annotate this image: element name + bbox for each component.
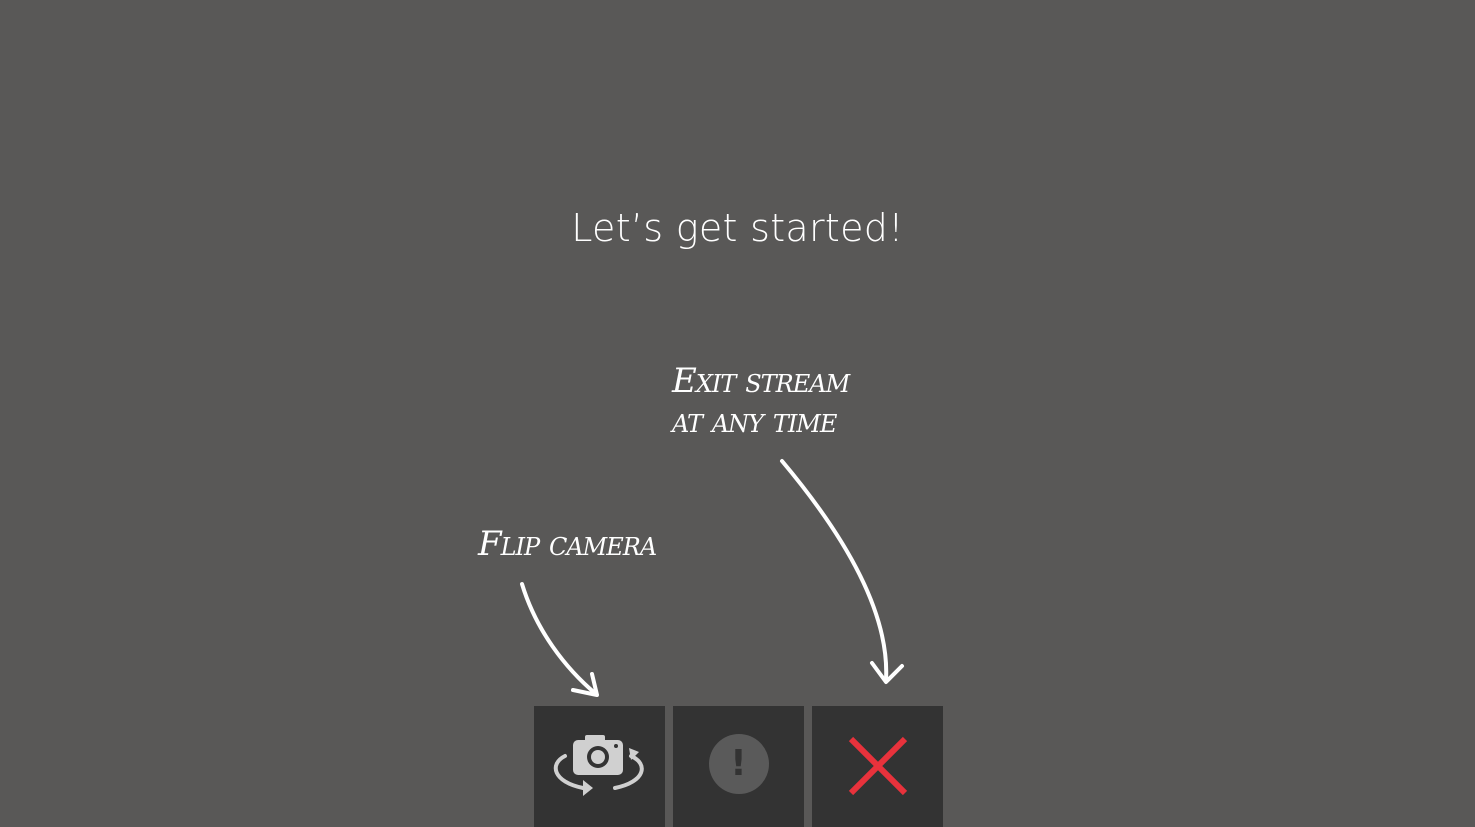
exclamation-icon: ! xyxy=(708,733,769,794)
exit-hint-arrowhead xyxy=(870,661,904,684)
flip-camera-icon xyxy=(553,734,644,796)
report-button[interactable]: ! xyxy=(673,706,804,827)
exit-hint-line-1: Exit stream xyxy=(672,361,850,401)
flip-hint-arrowhead xyxy=(571,672,599,697)
exit-stream-button[interactable] xyxy=(812,706,943,827)
flip-camera-button[interactable] xyxy=(534,706,665,827)
flip-hint: Flip camera xyxy=(478,524,657,564)
exit-hint-line-2: at any time xyxy=(672,401,837,441)
page-title: Let’s get started! xyxy=(571,206,904,250)
flip-hint-arrow xyxy=(520,582,598,696)
close-x-icon xyxy=(848,736,907,795)
exit-hint-arrow xyxy=(780,459,889,682)
